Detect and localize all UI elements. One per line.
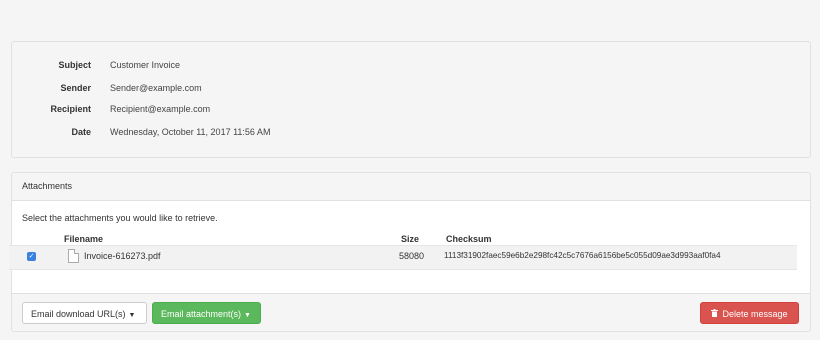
- delete-message-label: Delete message: [722, 309, 788, 319]
- email-attachment-label: Email attachment(s): [161, 309, 242, 319]
- date-row: Date Wednesday, October 11, 2017 11:56 A…: [12, 125, 810, 139]
- checksum-column-header: Checksum: [446, 234, 492, 244]
- email-attachment-button[interactable]: Email attachment(s) ▼: [152, 302, 261, 324]
- trash-icon: [711, 303, 719, 325]
- caret-down-icon: ▼: [128, 312, 136, 319]
- email-download-url-button[interactable]: Email download URL(s) ▼: [22, 302, 147, 324]
- attachments-footer: Email download URL(s) ▼ Email attachment(…: [12, 293, 810, 331]
- date-label: Date: [71, 127, 91, 137]
- attachments-header: Attachments: [12, 173, 810, 201]
- email-download-url-label: Email download URL(s): [31, 309, 126, 319]
- table-row[interactable]: ✓ Invoice-616273.pdf 58080 1113f31902fae…: [9, 245, 797, 270]
- filename-column-header: Filename: [64, 234, 104, 244]
- date-value: Wednesday, October 11, 2017 11:56 AM: [110, 127, 271, 137]
- subject-value: Customer Invoice: [110, 60, 181, 70]
- caret-down-icon: ▼: [244, 312, 251, 319]
- delete-message-button[interactable]: Delete message: [700, 302, 799, 324]
- attachments-title: Attachments: [22, 181, 73, 191]
- recipient-value: Recipient@example.com: [110, 104, 211, 114]
- size-column-header: Size: [401, 234, 420, 244]
- subject-row: Subject Customer Invoice: [12, 58, 810, 72]
- attachments-instruction: Select the attachments you would like to…: [22, 213, 218, 223]
- file-icon: [68, 249, 79, 263]
- subject-label: Subject: [58, 60, 91, 70]
- sender-label: Sender: [60, 83, 91, 93]
- attachment-filename: Invoice-616273.pdf: [84, 251, 161, 261]
- recipient-label: Recipient: [50, 104, 91, 114]
- attachment-checksum: 1113f31902faec59e6b2e298fc42c5c7676a6156…: [444, 251, 721, 260]
- sender-value: Sender@example.com: [110, 83, 202, 93]
- recipient-row: Recipient Recipient@example.com: [12, 102, 810, 116]
- message-details-panel: Subject Customer Invoice Sender Sender@e…: [11, 41, 811, 158]
- attachment-size: 58080: [399, 251, 425, 261]
- attachment-checkbox[interactable]: ✓: [27, 252, 36, 261]
- sender-row: Sender Sender@example.com: [12, 81, 810, 95]
